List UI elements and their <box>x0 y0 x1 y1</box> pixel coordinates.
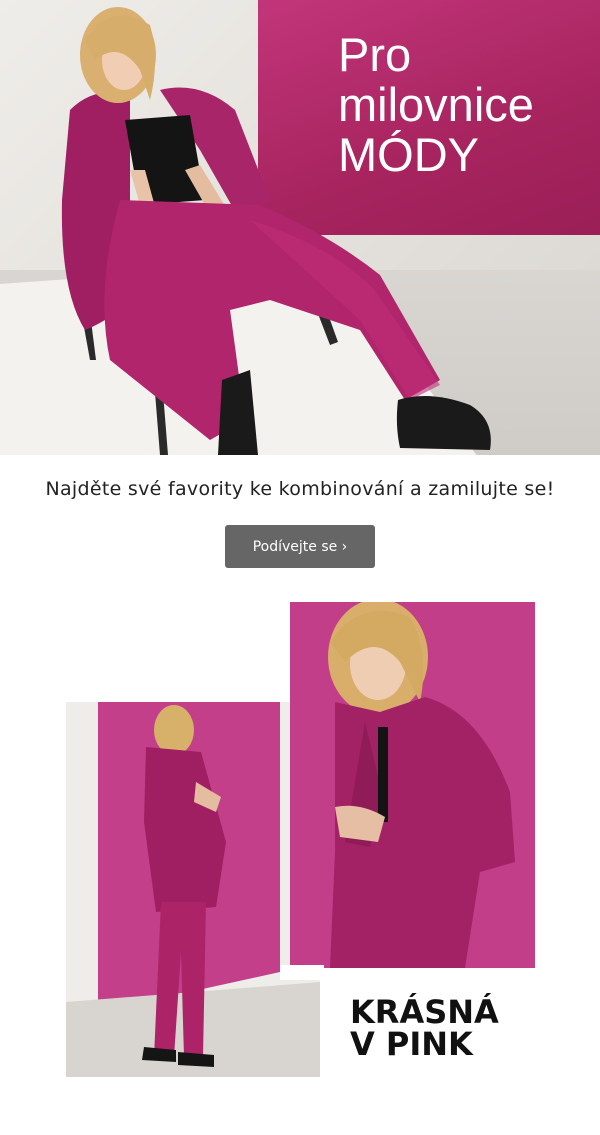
lookbook-photo-closeup[interactable] <box>290 602 535 968</box>
hero-title: Pro milovnice MÓDY <box>338 30 588 180</box>
hero-banner[interactable]: Pro milovnice MÓDY <box>0 0 600 455</box>
hero-title-line-2: milovnice <box>338 78 534 131</box>
headline-line-2: V PINK <box>350 1025 473 1063</box>
view-collection-button[interactable]: Podívejte se › <box>225 525 375 568</box>
photo-gap-divider <box>280 965 324 980</box>
lookbook-headline: KRÁSNÁ V PINK <box>350 996 550 1060</box>
standing-model-image <box>66 702 320 1077</box>
hero-title-line-1: Pro <box>338 28 412 81</box>
hero-title-line-3: MÓDY <box>338 128 479 181</box>
closeup-model-image <box>290 602 535 968</box>
lookbook-photo-standing[interactable] <box>66 702 320 1077</box>
headline-line-1: KRÁSNÁ <box>350 993 499 1031</box>
tagline: Najděte své favority ke kombinování a za… <box>45 478 555 500</box>
